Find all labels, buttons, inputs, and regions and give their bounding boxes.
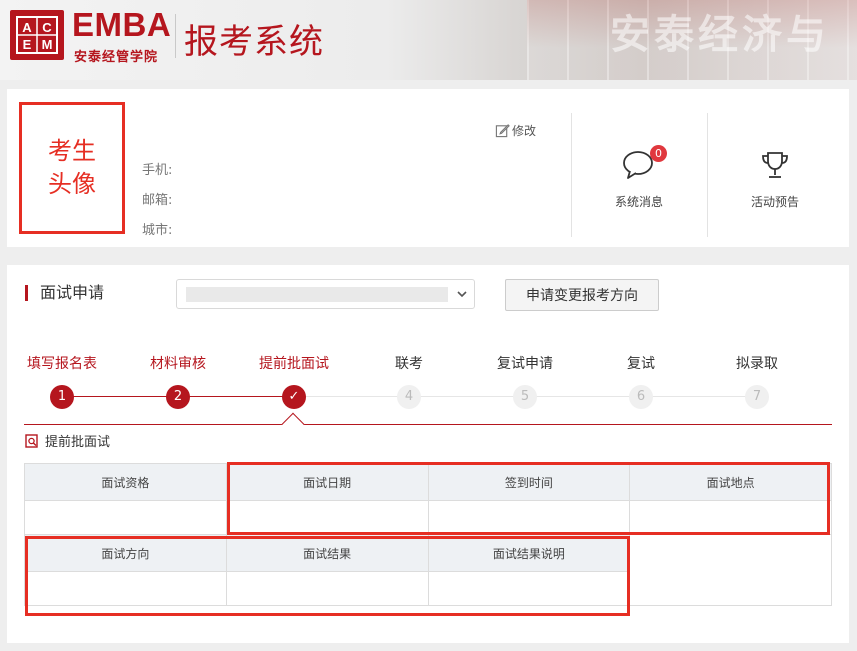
avatar-placeholder-text: 考生头像	[48, 137, 96, 198]
step-circle-3-check: ✓	[282, 385, 306, 409]
edit-label: 修改	[512, 124, 537, 138]
step-circle-5: 5	[513, 385, 537, 409]
interview-info-table: 面试资格 面试日期 签到时间 面试地点 面试方向 面试结果 面试结果说明	[24, 463, 832, 606]
table-row: 面试方向 面试结果 面试结果说明	[24, 534, 832, 572]
trophy-icon	[762, 152, 788, 178]
panel-title-text: 提前批面试	[45, 435, 111, 450]
event-preview-button[interactable]: 活动预告	[725, 149, 825, 210]
interview-panel-title: 提前批面试	[25, 431, 110, 450]
cell-checkin-time	[427, 500, 631, 535]
profile-divider-2	[707, 113, 708, 237]
step-circle-2: 2	[166, 385, 190, 409]
messages-label: 系统消息	[614, 195, 663, 209]
step-panel-divider	[24, 424, 832, 425]
header-checkin-time: 签到时间	[427, 463, 631, 501]
document-search-icon	[25, 433, 38, 448]
edit-profile-link[interactable]: 修改	[495, 122, 536, 139]
chevron-down-icon	[457, 291, 467, 298]
step-circle-6: 6	[629, 385, 653, 409]
phone-label: 手机:	[142, 163, 173, 178]
system-title: 报考系统	[184, 22, 324, 62]
email-label: 邮箱:	[142, 193, 173, 208]
cell-interview-eligibility	[24, 500, 227, 535]
step-label-2: 材料审核	[150, 356, 206, 372]
empty-cell	[629, 571, 832, 606]
logo-school-name: 安泰经管学院	[74, 50, 159, 65]
messages-count-badge: 0	[650, 145, 667, 162]
header-result-explanation: 面试结果说明	[427, 534, 631, 572]
cell-result-explanation	[427, 571, 631, 606]
header-interview-result: 面试结果	[225, 534, 429, 572]
acem-logo-icon: A C E M	[16, 16, 58, 54]
interview-application-card: 面试申请 申请变更报考方向 填写报名表 材料审核 提前批面试 联考 复试申请 复…	[7, 265, 849, 643]
current-step-pointer	[281, 412, 305, 436]
acem-logo: A C E M	[10, 10, 64, 60]
header-banner: 安泰经济与 A C E M EMBA 安泰经管学院 报考系统	[0, 0, 857, 80]
select-value-placeholder	[186, 287, 448, 302]
svg-text:C: C	[42, 20, 52, 35]
step-circle-1: 1	[50, 385, 74, 409]
edit-icon	[495, 124, 510, 138]
header-interview-direction: 面试方向	[24, 534, 227, 572]
header-background-text: 安泰经济与	[610, 12, 830, 58]
candidate-avatar[interactable]: 考生头像	[19, 102, 125, 234]
step-label-3: 提前批面试	[259, 356, 329, 372]
logo-divider	[175, 14, 176, 58]
cell-interview-location	[629, 500, 832, 535]
profile-card: 考生头像 手机: 邮箱: 城市: 修改 0 系统消息 活动预告	[7, 89, 849, 247]
system-messages-button[interactable]: 0 系统消息	[589, 145, 689, 210]
svg-text:A: A	[22, 20, 32, 35]
step-label-4: 联考	[395, 356, 423, 372]
application-direction-select[interactable]	[176, 279, 475, 309]
header-interview-date: 面试日期	[225, 463, 429, 501]
cell-interview-result	[225, 571, 429, 606]
city-label: 城市:	[142, 223, 173, 238]
table-row: 面试资格 面试日期 签到时间 面试地点	[24, 463, 832, 501]
step-label-5: 复试申请	[497, 356, 553, 372]
step-label-7: 拟录取	[736, 356, 778, 372]
step-circle-4: 4	[397, 385, 421, 409]
step-circle-7: 7	[745, 385, 769, 409]
cell-interview-date	[225, 500, 429, 535]
svg-text:E: E	[23, 37, 32, 52]
logo-emba-text: EMBA	[72, 6, 172, 43]
svg-text:M: M	[42, 37, 53, 52]
header-interview-eligibility: 面试资格	[24, 463, 227, 501]
step-label-1: 填写报名表	[27, 356, 97, 372]
table-row	[24, 500, 832, 535]
section-title: 面试申请	[25, 285, 104, 301]
profile-divider-1	[571, 113, 572, 237]
empty-cell	[629, 534, 832, 572]
step-label-6: 复试	[627, 356, 655, 372]
header-interview-location: 面试地点	[629, 463, 832, 501]
events-label: 活动预告	[750, 195, 799, 209]
change-direction-button[interactable]: 申请变更报考方向	[505, 279, 659, 311]
table-row	[24, 571, 832, 606]
cell-interview-direction	[24, 571, 227, 606]
